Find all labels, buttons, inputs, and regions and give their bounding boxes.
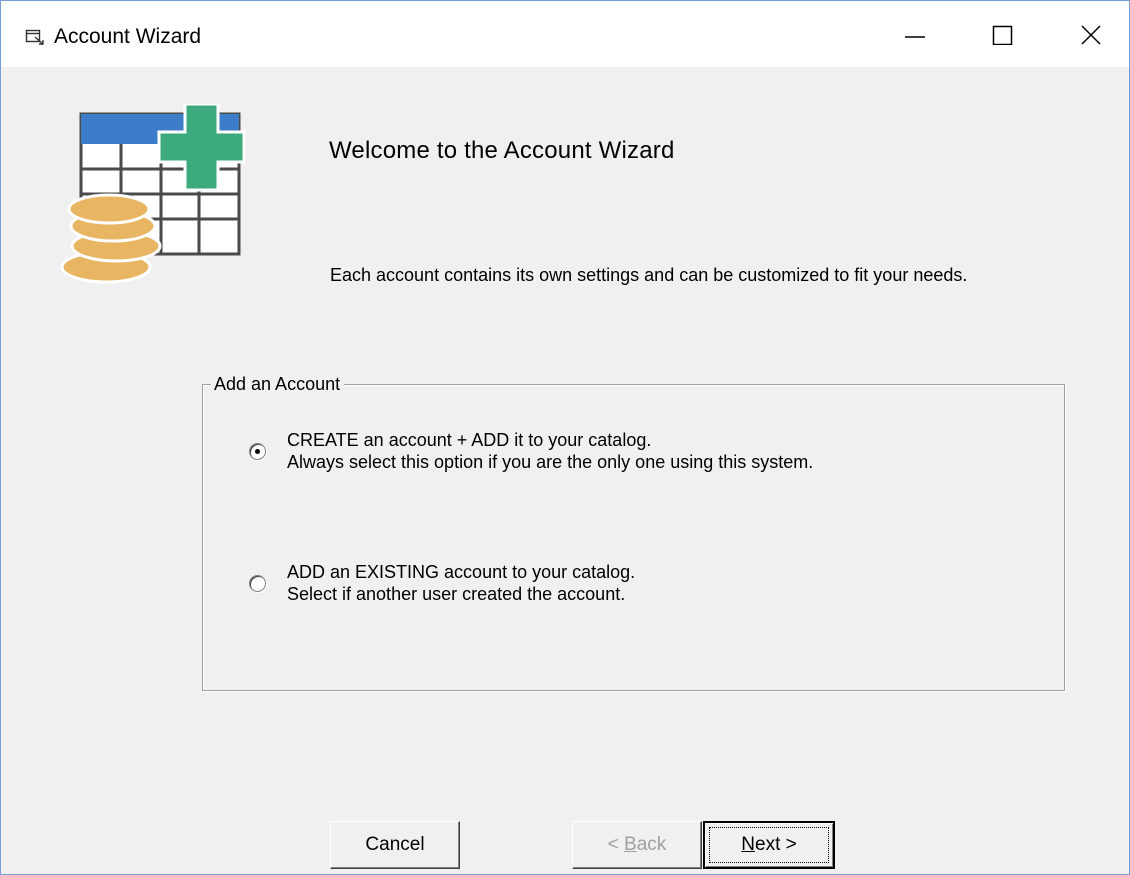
back-rest: ack	[636, 834, 667, 855]
page-title: Welcome to the Account Wizard	[329, 137, 675, 164]
create-account-label[interactable]: CREATE an account + ADD it to your catal…	[287, 429, 1047, 473]
focus-rectangle	[709, 827, 829, 863]
next-button[interactable]: Next >	[703, 821, 835, 869]
back-accesskey: B	[624, 834, 637, 855]
close-button[interactable]	[1047, 1, 1129, 67]
wizard-window-icon	[25, 29, 44, 45]
minimize-button[interactable]	[871, 1, 959, 67]
close-icon	[1081, 25, 1101, 45]
minimize-icon	[905, 36, 925, 38]
group-legend: Add an Account	[211, 373, 345, 395]
window-title: Account Wizard	[54, 25, 202, 48]
title-bar[interactable]: Account Wizard	[1, 1, 1129, 67]
create-account-line2: Always select this option if you are the…	[287, 452, 814, 472]
add-existing-label[interactable]: ADD an EXISTING account to your catalog.…	[287, 561, 1047, 605]
add-existing-radio[interactable]	[249, 575, 266, 592]
spreadsheet-coins-plus-icon	[61, 104, 246, 284]
cancel-button[interactable]: Cancel	[330, 821, 460, 869]
create-account-line1: CREATE an account + ADD it to your catal…	[287, 430, 652, 450]
maximize-icon	[992, 25, 1013, 45]
maximize-button[interactable]	[959, 1, 1047, 67]
intro-text: Each account contains its own settings a…	[330, 265, 968, 285]
add-existing-line2: Select if another user created the accou…	[287, 584, 626, 604]
back-button[interactable]: < Back	[572, 821, 702, 869]
radio-selected-dot	[255, 449, 260, 454]
add-account-group: Add an Account CREATE an account + ADD i…	[202, 373, 1065, 691]
account-wizard-window: Account Wizard Welcome to the Account Wi…	[0, 0, 1130, 875]
add-existing-line1: ADD an EXISTING account to your catalog.	[287, 562, 636, 582]
create-account-radio[interactable]	[249, 443, 266, 460]
back-prefix: <	[607, 834, 625, 855]
